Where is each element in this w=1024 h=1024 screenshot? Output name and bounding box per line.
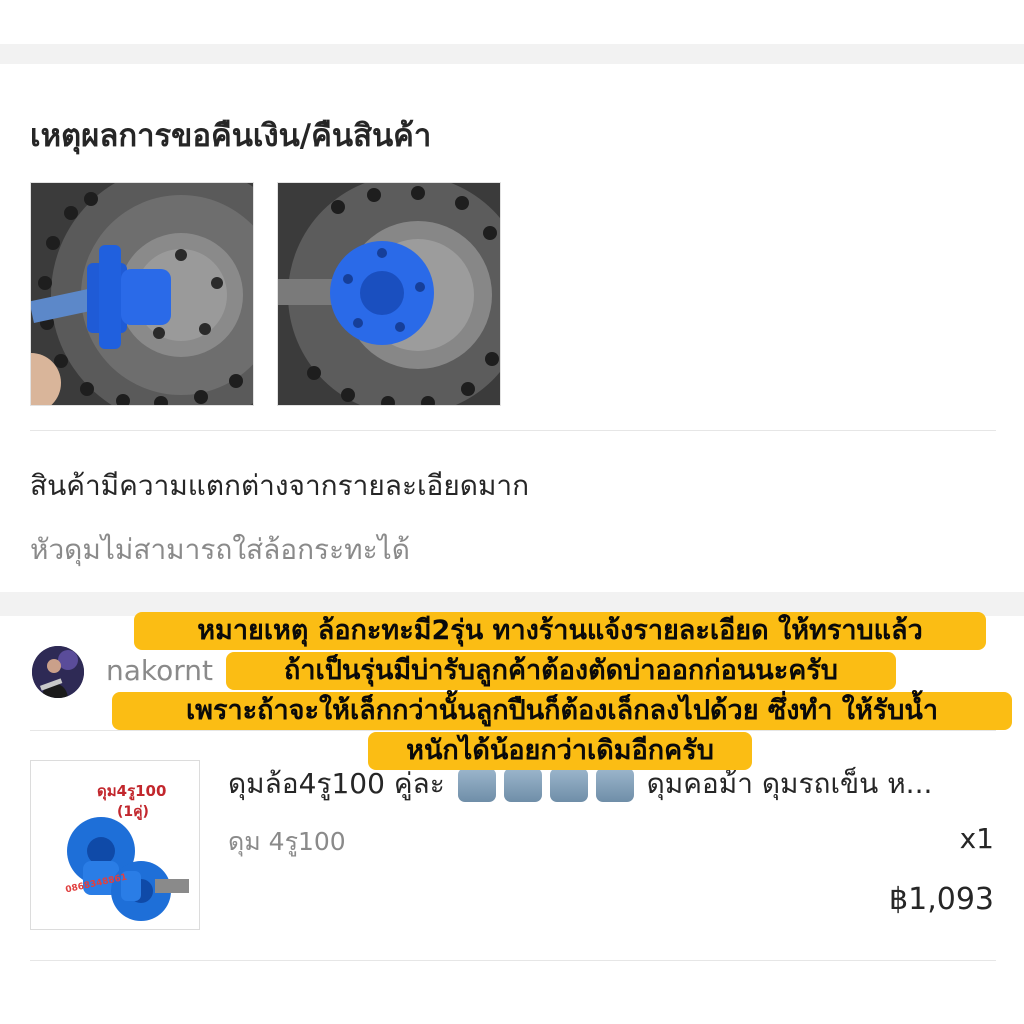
refund-reason: สินค้ามีความแตกต่างจากรายละเอียดมาก — [30, 469, 530, 502]
product-variation: ดุม 4รู100 — [228, 827, 346, 856]
section-separator — [0, 592, 1024, 616]
keycap-digit-icon — [503, 768, 542, 802]
seller-note-line-3: เพราะถ้าจะให้เล็กกว่านั้นลูกปืนก็ต้องเล็… — [112, 692, 1012, 730]
product-price: ฿1,093 — [889, 882, 994, 917]
refund-reason-detail: หัวดุมไม่สามารถใส่ล้อกระทะได้ — [30, 533, 410, 566]
seller-note-line-2: ถ้าเป็นรุ่นมีบ่ารับลูกค้าต้องตัดบ่าออกก่… — [226, 652, 896, 690]
blue-wheel-hub-photo-icon — [278, 183, 500, 405]
shop-name[interactable]: nakornt — [106, 654, 213, 687]
product-thumbnail[interactable]: ดุม4รู100 (1คู่) 0868348861 — [30, 760, 200, 930]
seller-note-overlay: หมายเหตุ ล้อกะทะมี2รุ่น ทางร้านแจ้งรายละ… — [0, 610, 1024, 770]
keycap-digit-icon — [595, 768, 634, 802]
divider — [30, 960, 996, 961]
thumbnail-caption-qty: (1คู่) — [117, 804, 149, 820]
product-title-start: ดุมล้อ4รู100 คู่ละ — [228, 767, 445, 800]
refund-reason-title: เหตุผลการขอคืนเงิน/คืนสินค้า — [30, 118, 432, 154]
keycap-digit-icon — [549, 768, 588, 802]
product-quantity: x1 — [959, 822, 994, 855]
thumbnail-caption: ดุม4รู100 — [97, 782, 167, 800]
top-band — [0, 0, 1024, 44]
divider — [30, 430, 996, 431]
seller-note-line-1: หมายเหตุ ล้อกะทะมี2รุ่น ทางร้านแจ้งรายละ… — [134, 612, 986, 650]
blue-wheel-hub-photo-icon — [31, 183, 253, 405]
avatar[interactable] — [32, 646, 84, 698]
user-avatar-icon — [32, 646, 84, 698]
evidence-photo-1[interactable] — [30, 182, 254, 406]
section-separator-top — [0, 44, 1024, 64]
keycap-digit-icon — [457, 768, 496, 802]
product-title[interactable]: ดุมล้อ4รู100 คู่ละ ดุมคอม้า ดุมรถเข็น ห.… — [228, 762, 994, 806]
divider — [30, 730, 996, 731]
evidence-photo-2[interactable] — [277, 182, 501, 406]
product-title-end: ดุมคอม้า ดุมรถเข็น ห... — [646, 767, 933, 800]
